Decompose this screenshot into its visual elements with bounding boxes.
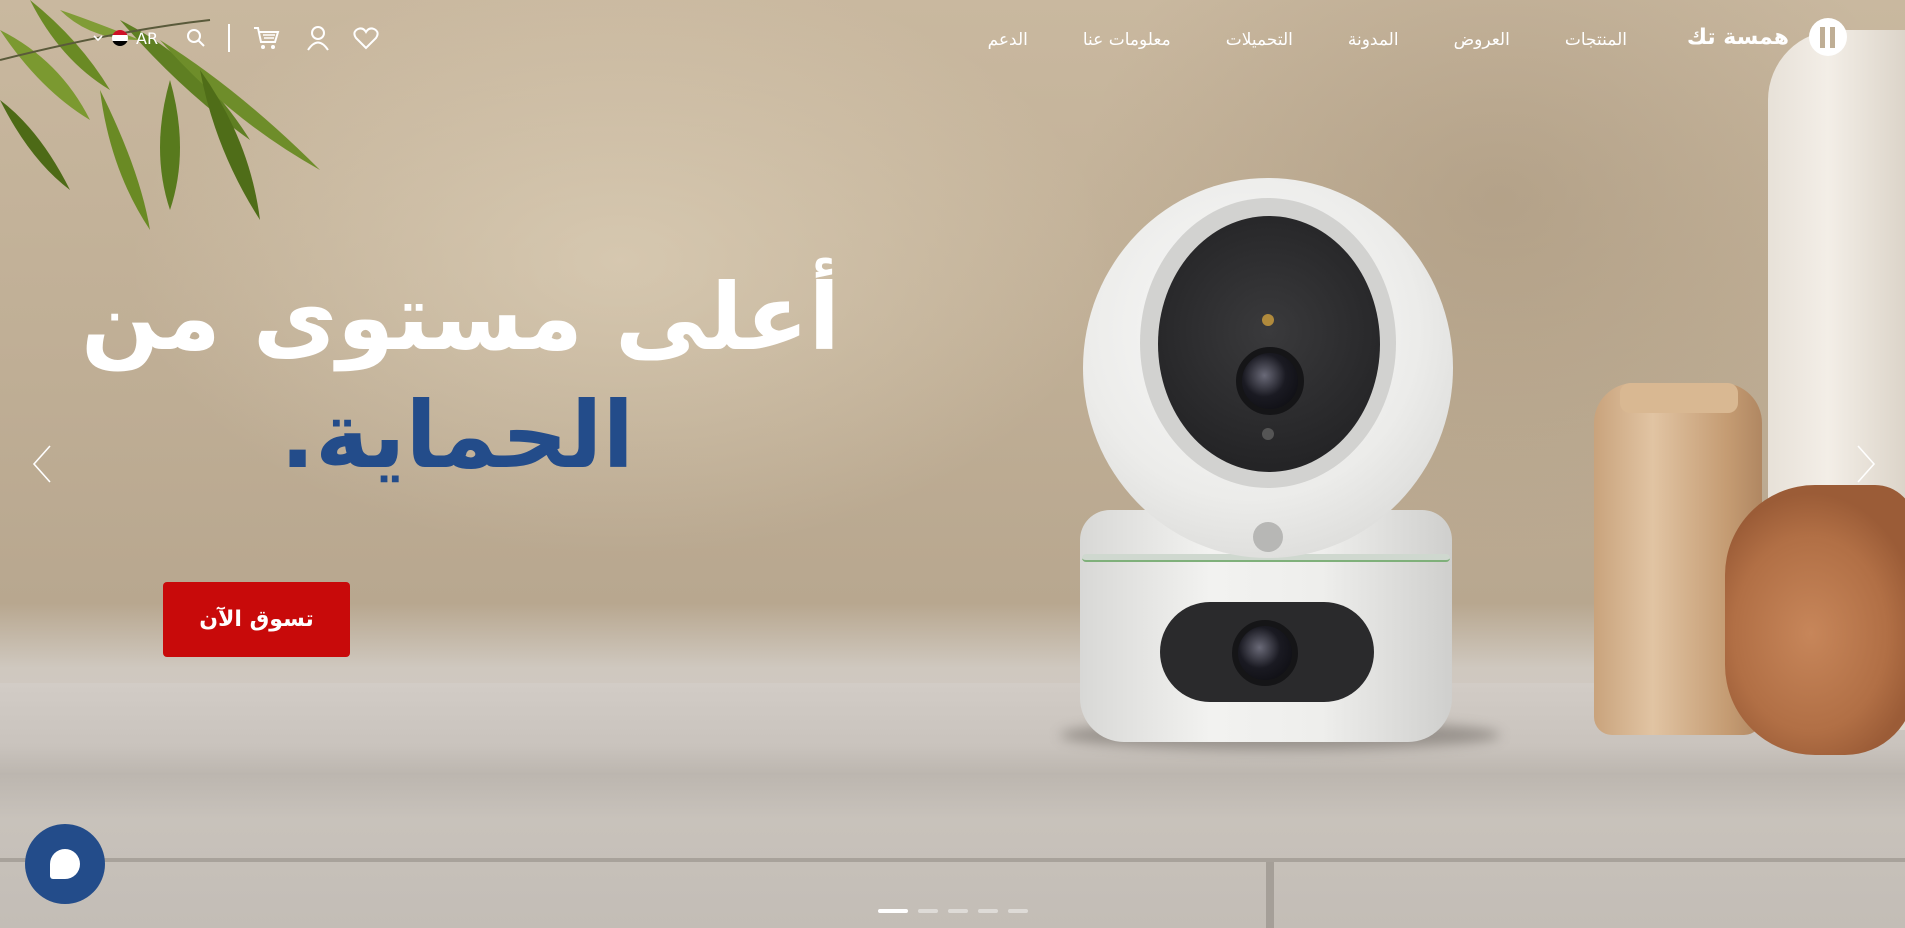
nav-item-blog[interactable]: المدونة [1348, 30, 1399, 50]
terracotta-vase-image [1725, 485, 1905, 755]
camera-bottom-lens [1232, 620, 1298, 686]
slider-prev-arrow-icon[interactable] [28, 442, 58, 486]
brand-h-logo-icon[interactable] [1809, 18, 1847, 56]
search-icon[interactable] [182, 24, 210, 52]
slide-dot-5[interactable] [1008, 909, 1028, 913]
headline-line-2: الحماية. [280, 382, 634, 489]
top-navigation: همسة تك المنتجات العروض المدونة التحميلا… [0, 0, 1905, 84]
camera-brand-logo-icon [1253, 522, 1283, 552]
nav-item-downloads[interactable]: التحميلات [1226, 30, 1293, 50]
wishlist-heart-icon[interactable] [352, 24, 380, 52]
camera-ir-sensor [1262, 428, 1274, 440]
nav-item-products[interactable]: المنتجات [1565, 30, 1627, 50]
language-selector[interactable]: AR [112, 29, 158, 48]
nav-item-offers[interactable]: العروض [1454, 30, 1510, 50]
header-tools: AR [84, 24, 380, 52]
chevron-down-icon[interactable] [84, 24, 112, 52]
hero-slider: همسة تك المنتجات العروض المدونة التحميلا… [0, 0, 1905, 928]
chat-widget-button[interactable] [25, 824, 105, 904]
egypt-flag-icon [112, 30, 128, 46]
slide-dot-1[interactable] [878, 909, 908, 913]
nav-item-about[interactable]: معلومات عنا [1083, 30, 1171, 50]
camera-main-lens [1236, 347, 1304, 415]
slider-next-arrow-icon[interactable] [1850, 442, 1880, 486]
nav-item-support[interactable]: الدعم [988, 30, 1028, 50]
slide-dot-3[interactable] [948, 909, 968, 913]
shelf-front [0, 773, 1905, 928]
brand-name[interactable]: همسة تك [1687, 25, 1789, 50]
slide-dot-2[interactable] [918, 909, 938, 913]
headline-line-1: أعلى مستوى من [81, 264, 840, 371]
language-label: AR [136, 28, 159, 48]
slider-pagination [878, 909, 1028, 913]
header-divider [228, 24, 231, 52]
beige-vase-neck [1620, 383, 1738, 413]
chat-bubble-icon [50, 849, 80, 879]
user-icon[interactable] [304, 24, 332, 52]
main-menu: المنتجات العروض المدونة التحميلات معلوما… [988, 30, 1627, 50]
camera-light-sensor [1262, 314, 1274, 326]
hero-headline: أعلى مستوى من الحماية. [81, 258, 840, 489]
shelf-drawer-gap [1266, 862, 1274, 928]
shelf-edge [0, 858, 1905, 862]
slide-dot-4[interactable] [978, 909, 998, 913]
brand[interactable]: همسة تك [1687, 18, 1847, 56]
cart-icon[interactable] [252, 24, 280, 52]
shop-now-button[interactable]: تسوق الآن [163, 582, 350, 657]
